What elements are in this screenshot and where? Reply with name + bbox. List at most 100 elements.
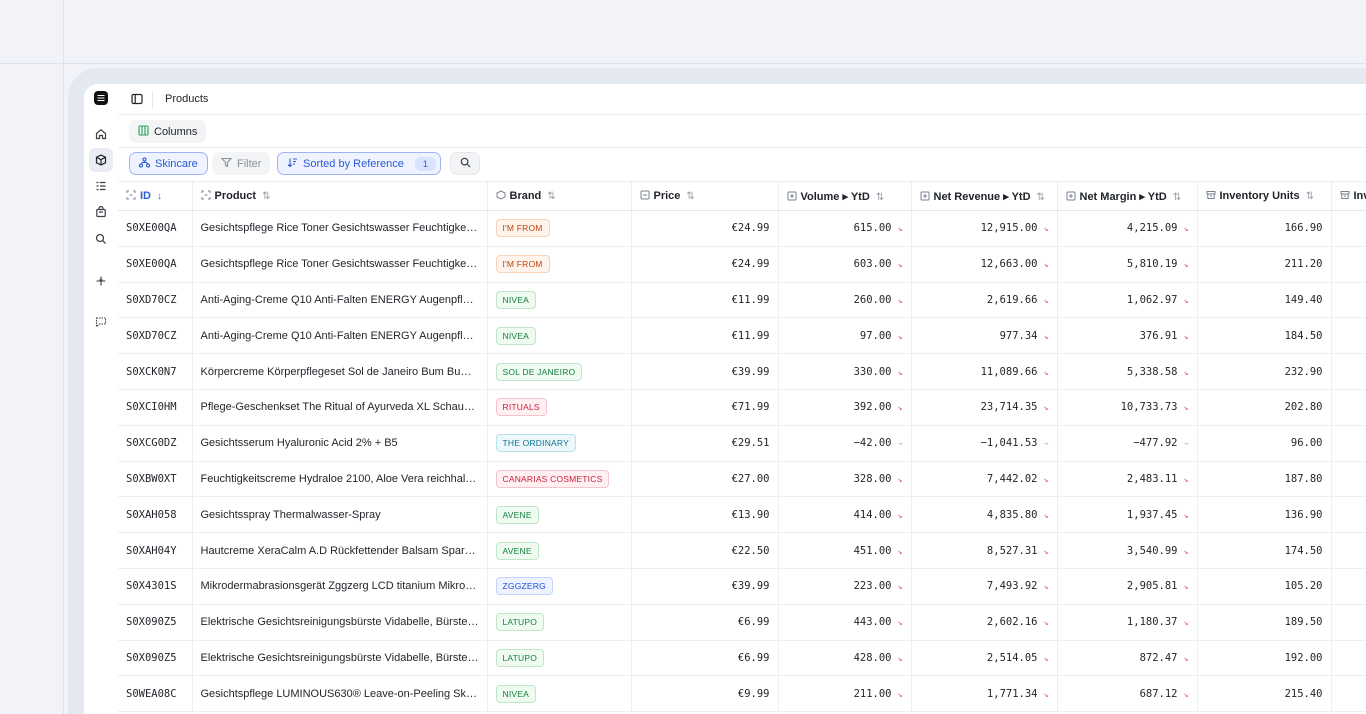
cell-product[interactable]: Hautcreme XeraCalm A.D Rückfettender Bal… bbox=[192, 532, 488, 569]
cell-volume[interactable]: 223.00 ↘ bbox=[778, 568, 912, 605]
cell-net-margin[interactable]: 4,215.09 ↘ bbox=[1057, 210, 1198, 247]
cell-id[interactable]: S0X090Z5 bbox=[118, 640, 193, 677]
cell-price[interactable]: €39.99 bbox=[631, 568, 779, 605]
cell-product[interactable]: Anti-Aging-Creme Q10 Anti-Falten ENERGY … bbox=[192, 317, 488, 355]
cell-net-revenue[interactable]: −1,041.53 → bbox=[911, 425, 1058, 462]
cell-inventory[interactable]: 166.90 bbox=[1197, 210, 1332, 247]
header-volume[interactable]: Volume ▸ YtD ⇅ bbox=[778, 181, 912, 211]
cell-id[interactable]: S0XAH04Y bbox=[118, 532, 193, 569]
cell-next[interactable] bbox=[1331, 282, 1366, 319]
sort-icon[interactable]: ⇅ bbox=[1306, 191, 1314, 202]
cell-net-revenue[interactable]: 2,514.05 ↘ bbox=[911, 640, 1058, 677]
cell-brand[interactable]: AVENE bbox=[487, 496, 632, 534]
cell-price[interactable]: €71.99 bbox=[631, 389, 779, 426]
cell-net-margin[interactable]: 2,483.11 ↘ bbox=[1057, 461, 1198, 498]
cell-id[interactable]: S0XCI0HM bbox=[118, 389, 193, 426]
cell-volume[interactable]: 97.00 ↘ bbox=[778, 317, 912, 355]
cell-inventory[interactable]: 174.50 bbox=[1197, 532, 1332, 569]
cell-net-margin[interactable]: 1,180.37 ↘ bbox=[1057, 604, 1198, 641]
cell-net-margin[interactable]: 687.12 ↘ bbox=[1057, 675, 1198, 713]
table-row[interactable]: S0XCK0N7 Körpercreme Körperpflegeset Sol … bbox=[118, 353, 1366, 390]
cell-volume[interactable]: 615.00 ↘ bbox=[778, 210, 912, 247]
cell-net-revenue[interactable]: 2,619.66 ↘ bbox=[911, 282, 1058, 319]
table-row[interactable]: S0XAH04Y Hautcreme XeraCalm A.D Rückfette… bbox=[118, 532, 1366, 569]
cell-net-margin[interactable]: 376.91 ↘ bbox=[1057, 317, 1198, 355]
cell-brand[interactable]: NIVEA bbox=[487, 282, 632, 319]
cell-product[interactable]: Gesichtsserum Hyaluronic Acid 2% + B5 bbox=[192, 425, 488, 462]
cell-product[interactable]: Gesichtsspray Thermalwasser-Spray bbox=[192, 496, 488, 534]
filter-button[interactable]: Filter bbox=[212, 152, 271, 175]
cell-inventory[interactable]: 184.50 bbox=[1197, 317, 1332, 355]
cell-brand[interactable]: SOL DE JANEIRO bbox=[487, 353, 632, 390]
sort-icon[interactable]: ⇅ bbox=[876, 192, 884, 203]
home-icon[interactable] bbox=[91, 124, 111, 144]
cell-id[interactable]: S0XCG0DZ bbox=[118, 425, 193, 462]
cell-product[interactable]: Elektrische Gesichtsreinigungsbürste Vid… bbox=[192, 640, 488, 677]
cell-net-revenue[interactable]: 12,915.00 ↘ bbox=[911, 210, 1058, 247]
chat-icon[interactable] bbox=[91, 312, 111, 332]
cell-next[interactable] bbox=[1331, 317, 1366, 355]
cell-price[interactable]: €9.99 bbox=[631, 675, 779, 713]
cell-volume[interactable]: 443.00 ↘ bbox=[778, 604, 912, 641]
sidebar-toggle-icon[interactable] bbox=[131, 92, 145, 106]
cell-price[interactable]: €24.99 bbox=[631, 210, 779, 247]
cell-inventory[interactable]: 105.20 bbox=[1197, 568, 1332, 605]
cell-price[interactable]: €6.99 bbox=[631, 604, 779, 641]
table-row[interactable]: S0XAH058 Gesichtsspray Thermalwasser-Spra… bbox=[118, 496, 1366, 534]
sort-icon[interactable]: ⇅ bbox=[686, 191, 694, 202]
cell-inventory[interactable]: 232.90 bbox=[1197, 353, 1332, 390]
cell-next[interactable] bbox=[1331, 604, 1366, 641]
app-logo-icon[interactable] bbox=[94, 91, 108, 105]
cell-net-margin[interactable]: 872.47 ↘ bbox=[1057, 640, 1198, 677]
cell-brand[interactable]: ZGGZERG bbox=[487, 568, 632, 605]
cell-brand[interactable]: THE ORDINARY bbox=[487, 425, 632, 462]
cell-id[interactable]: S0X090Z5 bbox=[118, 604, 193, 641]
cell-net-margin[interactable]: 1,062.97 ↘ bbox=[1057, 282, 1198, 319]
cell-net-margin[interactable]: 2,905.81 ↘ bbox=[1057, 568, 1198, 605]
cell-next[interactable] bbox=[1331, 675, 1366, 713]
cell-price[interactable]: €11.99 bbox=[631, 282, 779, 319]
header-net-revenue[interactable]: Net Revenue ▸ YtD ⇅ bbox=[911, 181, 1058, 211]
cell-inventory[interactable]: 187.80 bbox=[1197, 461, 1332, 498]
cell-net-revenue[interactable]: 23,714.35 ↘ bbox=[911, 389, 1058, 426]
cell-id[interactable]: S0X4301S bbox=[118, 568, 193, 605]
sort-icon[interactable]: ⇅ bbox=[262, 191, 270, 202]
table-row[interactable]: S0XCI0HM Pflege-Geschenkset The Ritual of… bbox=[118, 389, 1366, 426]
table-row[interactable]: S0XE00QA Gesichtspflege Rice Toner Gesich… bbox=[118, 210, 1366, 247]
cell-product[interactable]: Gesichtspflege Rice Toner Gesichtswasser… bbox=[192, 246, 488, 283]
cell-net-margin[interactable]: 5,810.19 ↘ bbox=[1057, 246, 1198, 283]
cell-id[interactable]: S0XAH058 bbox=[118, 496, 193, 534]
cell-brand[interactable]: LATUPO bbox=[487, 640, 632, 677]
cell-price[interactable]: €39.99 bbox=[631, 353, 779, 390]
cell-price[interactable]: €27.00 bbox=[631, 461, 779, 498]
sparkle-icon[interactable] bbox=[91, 271, 111, 291]
header-product[interactable]: Product ⇅ bbox=[192, 181, 488, 211]
cell-next[interactable] bbox=[1331, 496, 1366, 534]
cell-id[interactable]: S0XE00QA bbox=[118, 246, 193, 283]
cell-price[interactable]: €11.99 bbox=[631, 317, 779, 355]
header-net-margin[interactable]: Net Margin ▸ YtD ⇅ bbox=[1057, 181, 1198, 211]
cell-net-revenue[interactable]: 7,442.02 ↘ bbox=[911, 461, 1058, 498]
cell-volume[interactable]: 603.00 ↘ bbox=[778, 246, 912, 283]
cell-brand[interactable]: I'M FROM bbox=[487, 246, 632, 283]
cell-inventory[interactable]: 202.80 bbox=[1197, 389, 1332, 426]
header-price[interactable]: Price ⇅ bbox=[631, 181, 779, 211]
cell-brand[interactable]: LATUPO bbox=[487, 604, 632, 641]
cell-product[interactable]: Pflege-Geschenkset The Ritual of Ayurved… bbox=[192, 389, 488, 426]
cell-volume[interactable]: 451.00 ↘ bbox=[778, 532, 912, 569]
cell-inventory[interactable]: 149.40 bbox=[1197, 282, 1332, 319]
cell-product[interactable]: Feuchtigkeitscreme Hydraloe 2100, Aloe V… bbox=[192, 461, 488, 498]
cell-net-revenue[interactable]: 7,493.92 ↘ bbox=[911, 568, 1058, 605]
cell-brand[interactable]: CANARIAS COSMETICS bbox=[487, 461, 632, 498]
cell-brand[interactable]: NIVEA bbox=[487, 675, 632, 713]
cell-product[interactable]: Gesichtspflege Rice Toner Gesichtswasser… bbox=[192, 210, 488, 247]
sort-button[interactable]: Sorted by Reference 1 bbox=[277, 152, 441, 175]
cell-id[interactable]: S0XD70CZ bbox=[118, 317, 193, 355]
cell-id[interactable]: S0XE00QA bbox=[118, 210, 193, 247]
header-inventory[interactable]: Inventory Units ⇅ bbox=[1197, 181, 1332, 211]
cell-product[interactable]: Anti-Aging-Creme Q10 Anti-Falten ENERGY … bbox=[192, 282, 488, 319]
cell-product[interactable]: Mikrodermabrasionsgerät Zggzerg LCD tita… bbox=[192, 568, 488, 605]
columns-button[interactable]: Columns bbox=[129, 120, 207, 143]
cell-volume[interactable]: 428.00 ↘ bbox=[778, 640, 912, 677]
table-row[interactable]: S0XBW0XT Feuchtigkeitscreme Hydraloe 2100… bbox=[118, 461, 1366, 498]
